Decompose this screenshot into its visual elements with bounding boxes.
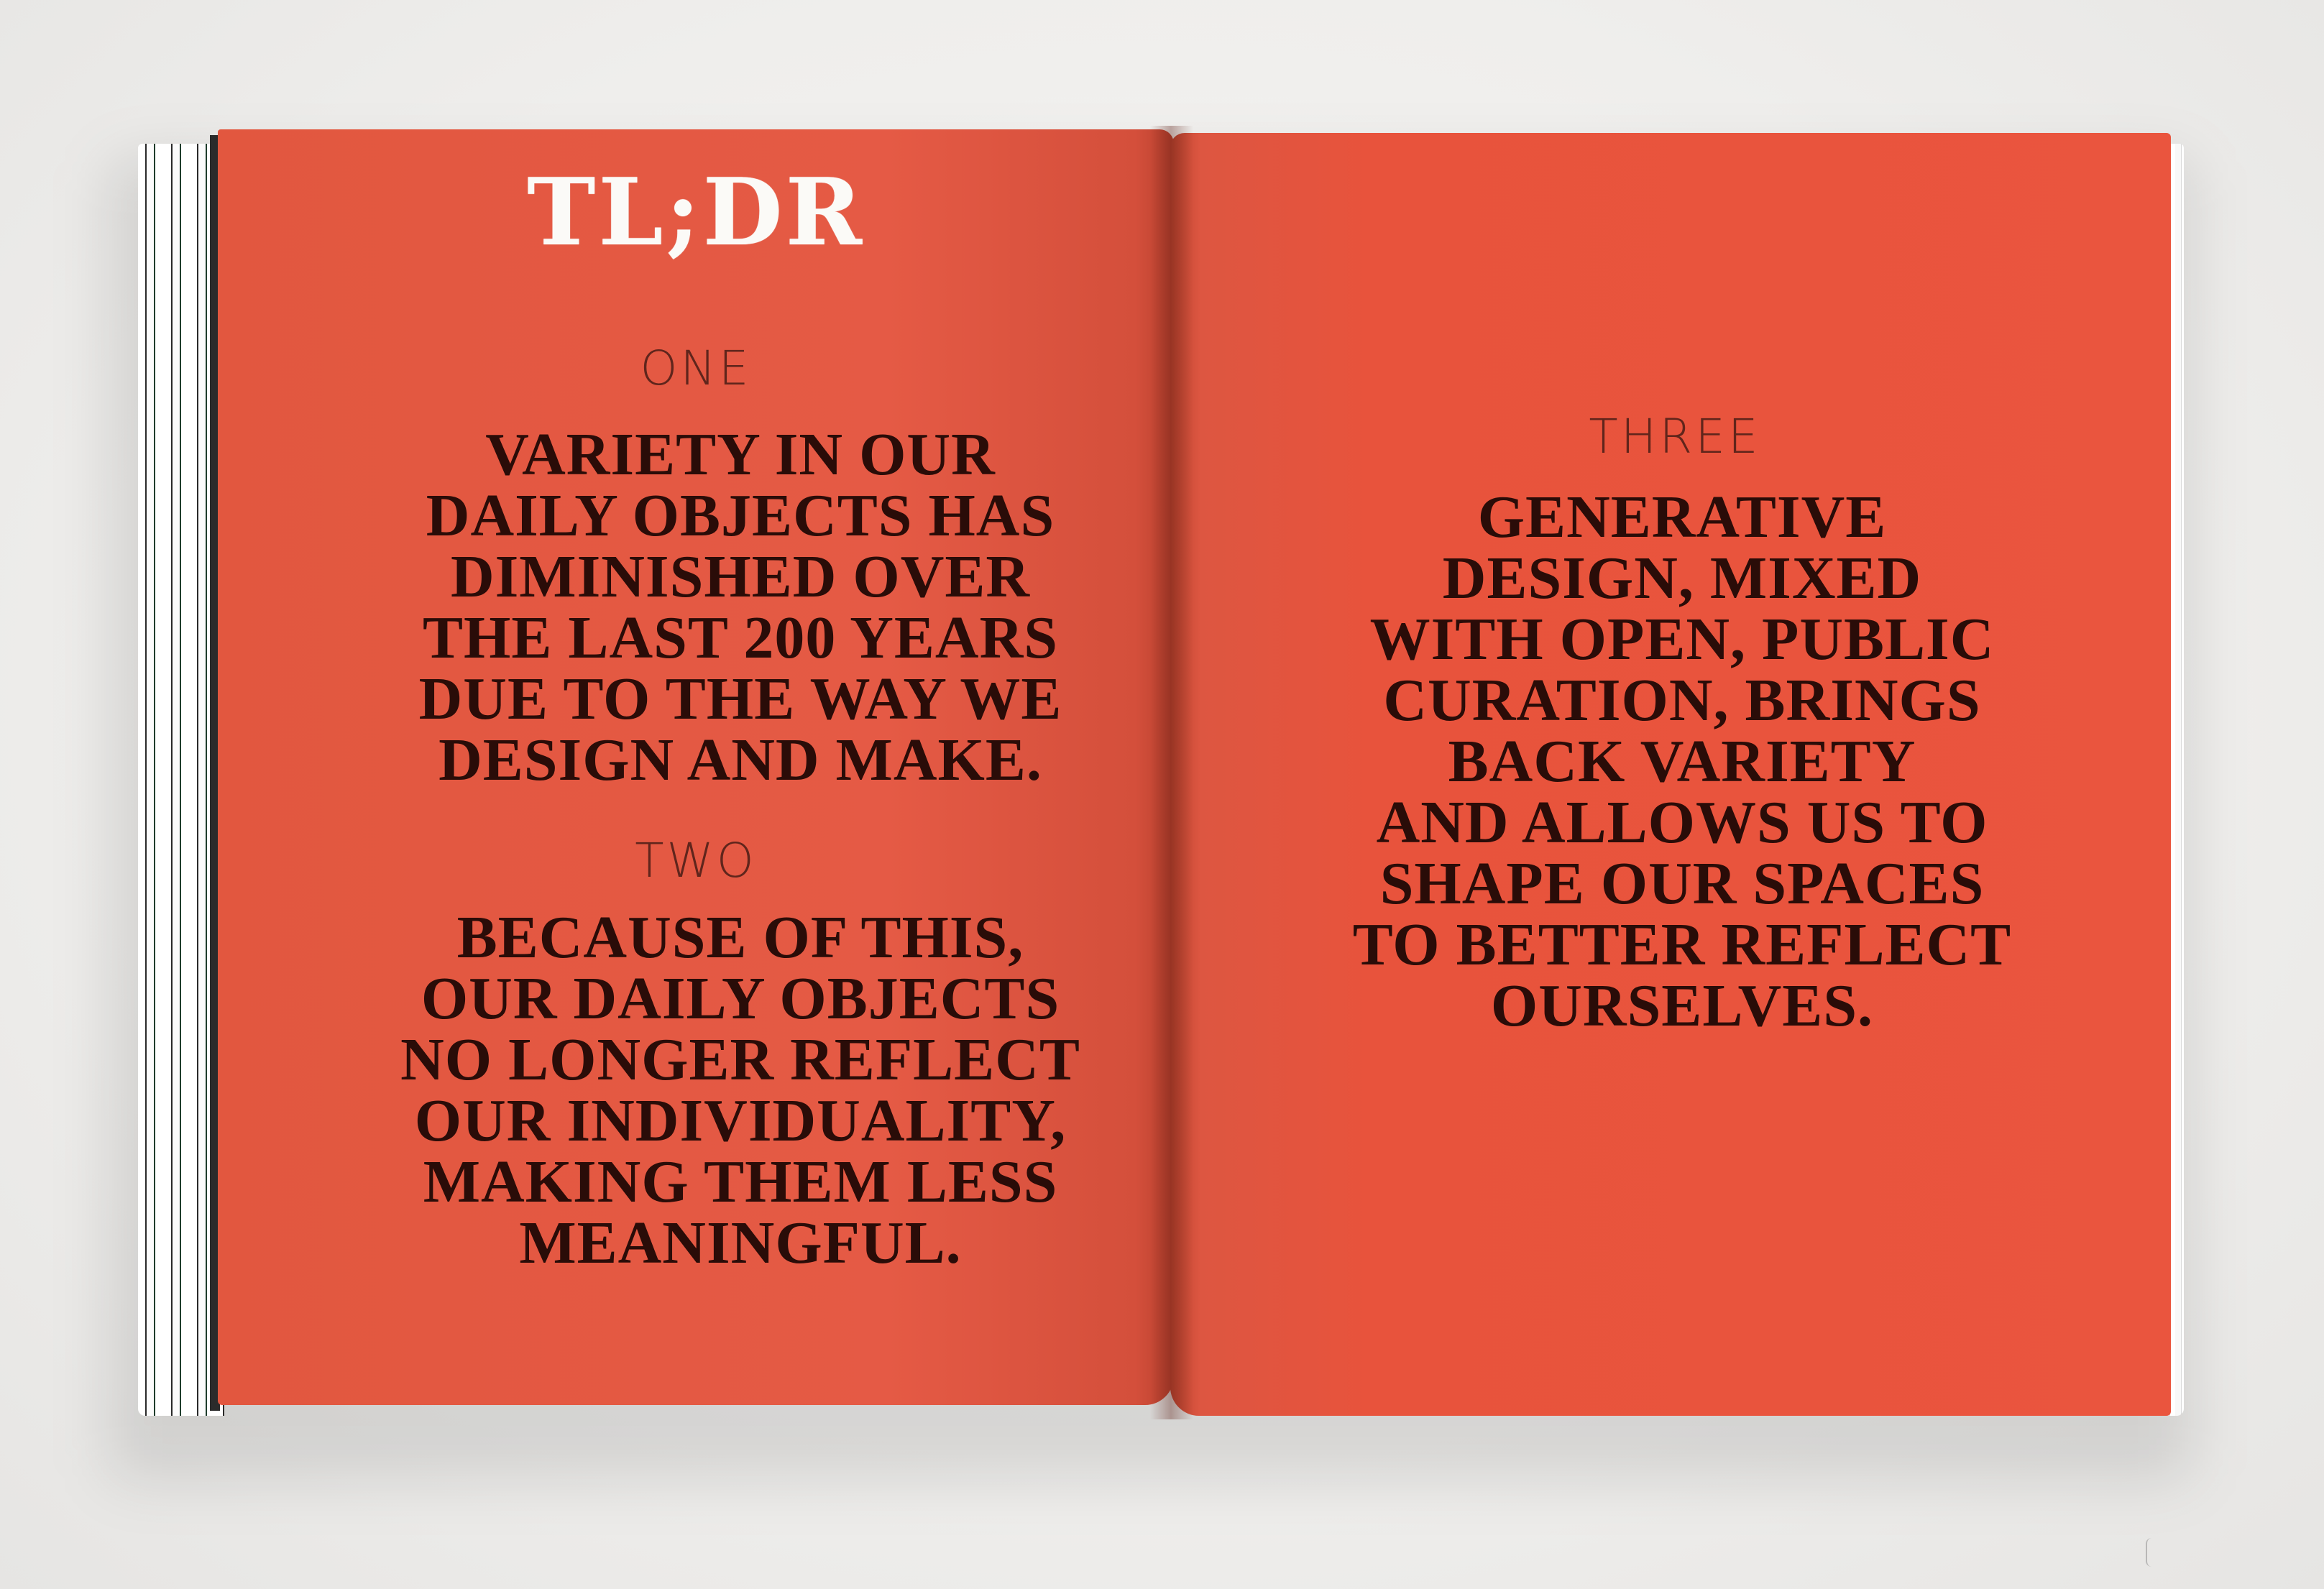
section-text-one: VARIETY IN OUR DAILY OBJECTS HAS DIMINIS…: [316, 424, 1165, 791]
text-line: MAKING THEM LESS: [423, 1148, 1058, 1215]
text-line: BACK VARIETY: [1448, 728, 1916, 795]
text-line: OURSELVES.: [1490, 972, 1874, 1039]
text-line: DAILY OBJECTS HAS: [426, 482, 1055, 549]
text-line: AND ALLOWS US TO: [1376, 789, 1988, 856]
text-line: DIMINISHED OVER: [450, 543, 1031, 610]
text-line: DESIGN, MIXED: [1442, 545, 1922, 612]
text-line: VARIETY IN OUR: [485, 421, 996, 488]
text-line: OUR INDIVIDUALITY,: [414, 1087, 1067, 1154]
text-line: WITH OPEN, PUBLIC: [1369, 606, 1995, 673]
section-text-two: BECAUSE OF THIS, OUR DAILY OBJECTS NO LO…: [316, 907, 1165, 1273]
text-line: DUE TO THE WAY WE: [418, 665, 1062, 732]
text-line: TO BETTER REFLECT: [1352, 911, 2012, 978]
page-title: TL;DR: [527, 159, 865, 267]
section-label-one: ONE: [640, 341, 752, 396]
section-label-two: TWO: [635, 833, 757, 888]
section-label-three: THREE: [1589, 409, 1761, 464]
text-line: OUR DAILY OBJECTS: [421, 965, 1060, 1032]
text-line: CURATION, BRINGS: [1383, 667, 1981, 734]
text-line: BECAUSE OF THIS,: [456, 904, 1024, 971]
pencil-mark: [2146, 1538, 2151, 1567]
section-text-three: GENERATIVE DESIGN, MIXED WITH OPEN, PUBL…: [1222, 487, 2142, 1036]
text-line: SHAPE OUR SPACES: [1379, 850, 1985, 917]
text-line: GENERATIVE: [1477, 484, 1887, 551]
text-line: THE LAST 200 YEARS: [423, 604, 1058, 671]
text-line: NO LONGER REFLECT: [400, 1026, 1080, 1093]
text-line: DESIGN AND MAKE.: [438, 727, 1042, 793]
text-line: MEANINGFUL.: [519, 1210, 962, 1276]
